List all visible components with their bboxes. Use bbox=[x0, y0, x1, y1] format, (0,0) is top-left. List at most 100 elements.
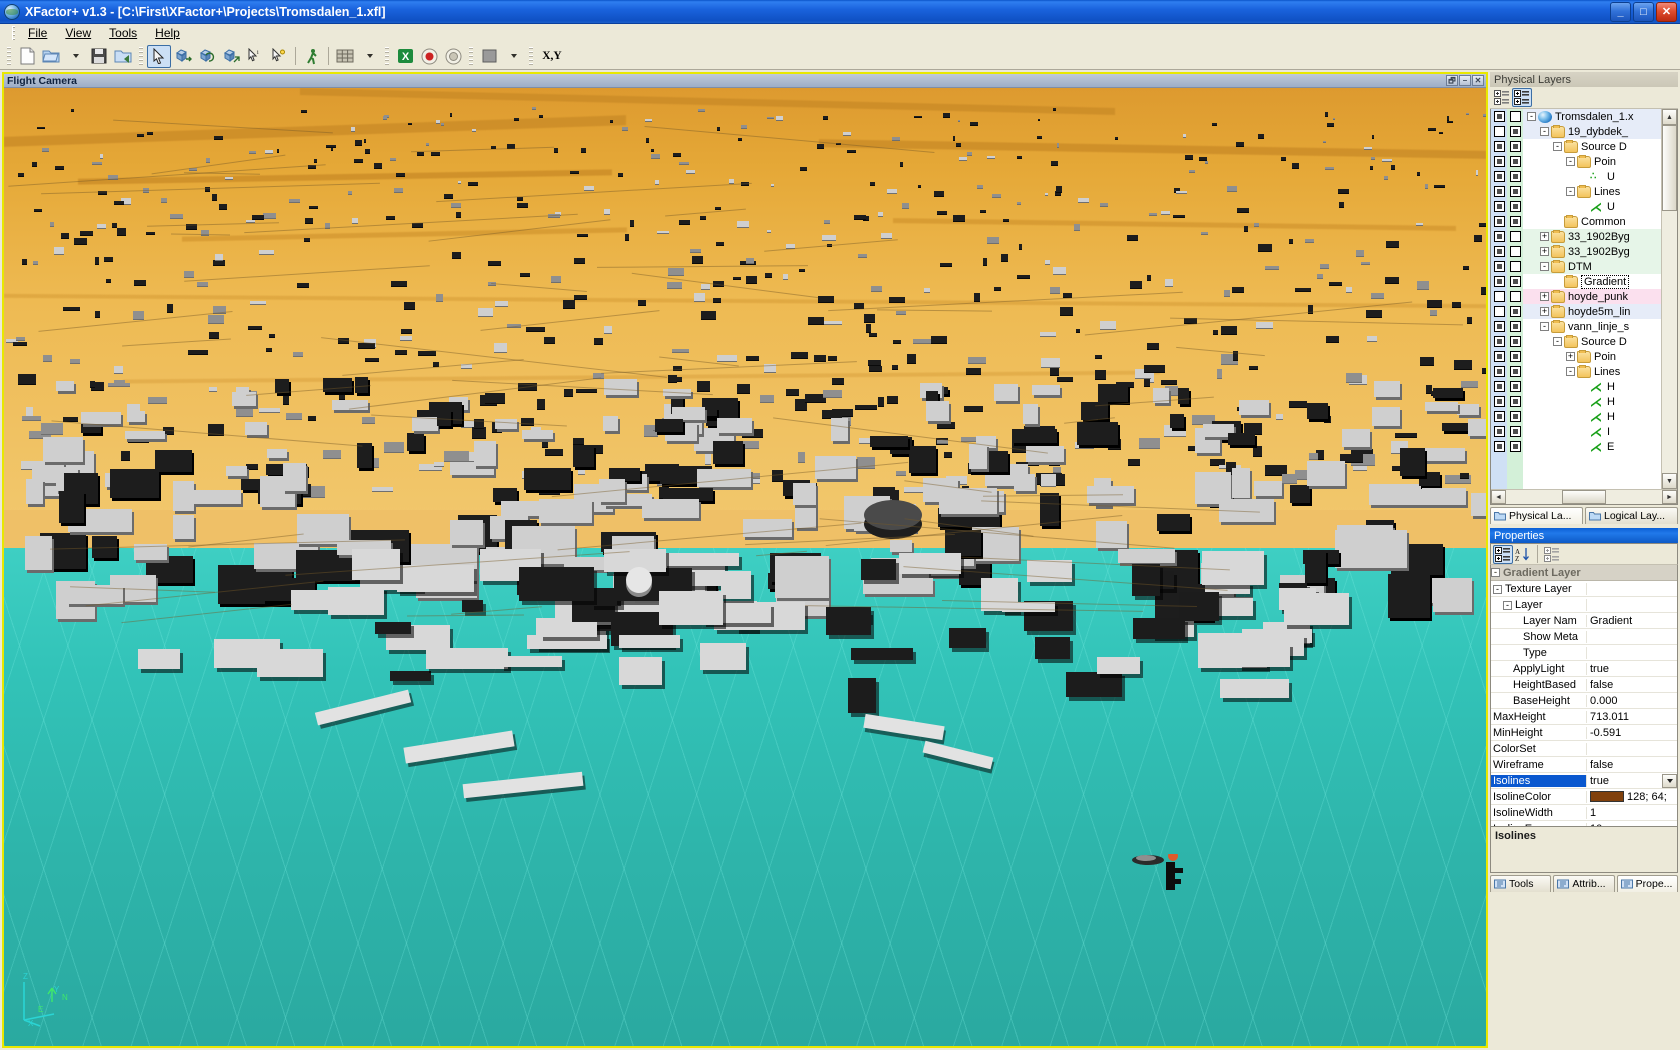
visibility-checkbox[interactable] bbox=[1493, 441, 1505, 452]
color-dropdown-button[interactable] bbox=[501, 45, 525, 68]
visibility-checkbox-row[interactable] bbox=[1491, 169, 1507, 184]
selection-checkbox[interactable] bbox=[1509, 111, 1521, 122]
save-button[interactable] bbox=[87, 45, 111, 68]
categorized-view-button[interactable] bbox=[1493, 544, 1513, 564]
visibility-checkbox[interactable] bbox=[1493, 336, 1505, 347]
collapse-all-button[interactable] bbox=[1512, 88, 1532, 107]
scale-object-button[interactable] bbox=[219, 45, 243, 68]
selection-checkbox[interactable] bbox=[1509, 171, 1521, 182]
tree-expander-expand-icon[interactable]: + bbox=[1566, 352, 1575, 361]
selection-checkbox-row[interactable] bbox=[1507, 409, 1523, 424]
viewport-close-button[interactable]: ✕ bbox=[1472, 75, 1484, 86]
visibility-checkbox[interactable] bbox=[1493, 231, 1505, 242]
visibility-checkbox-row[interactable] bbox=[1491, 139, 1507, 154]
visibility-checkbox-row[interactable] bbox=[1491, 199, 1507, 214]
tree-hscroll-track-right[interactable] bbox=[1606, 490, 1662, 504]
property-row[interactable]: IsolineWidth 1 bbox=[1491, 805, 1677, 821]
visibility-checkbox[interactable] bbox=[1493, 171, 1505, 182]
visibility-checkbox[interactable] bbox=[1493, 351, 1505, 362]
selection-checkbox[interactable] bbox=[1509, 201, 1521, 212]
toolbar-grip-coords[interactable] bbox=[529, 46, 533, 66]
visibility-checkbox[interactable] bbox=[1493, 111, 1505, 122]
tree-node[interactable]: Gradient bbox=[1523, 274, 1661, 289]
tree-expander-expand-icon[interactable]: + bbox=[1540, 292, 1549, 301]
visibility-checkbox-row[interactable] bbox=[1491, 289, 1507, 304]
property-value[interactable]: 1 bbox=[1587, 807, 1677, 819]
tree-node[interactable]: Common bbox=[1523, 214, 1661, 229]
3d-city-scene[interactable]: Z Y X N E bbox=[4, 88, 1486, 1046]
flight-camera-viewport[interactable]: Flight Camera 🗗 – ✕ Z Y X N E bbox=[2, 72, 1488, 1048]
property-pages-button[interactable] bbox=[1542, 545, 1562, 564]
move-object-button[interactable] bbox=[171, 45, 195, 68]
property-row[interactable]: ColorSet bbox=[1491, 741, 1677, 757]
tree-node[interactable]: ∴ U bbox=[1523, 169, 1661, 184]
selection-checkbox[interactable] bbox=[1509, 351, 1521, 362]
property-row[interactable]: Show Meta bbox=[1491, 629, 1677, 645]
tree-node[interactable]: - vann_linje_s bbox=[1523, 319, 1661, 334]
selection-checkbox[interactable] bbox=[1509, 231, 1521, 242]
tree-node[interactable]: - Lines bbox=[1523, 364, 1661, 379]
grid-button[interactable] bbox=[333, 45, 357, 68]
selection-checkbox-row[interactable] bbox=[1507, 124, 1523, 139]
tree-node[interactable]: - Tromsdalen_1.x bbox=[1523, 109, 1661, 124]
visibility-checkbox[interactable] bbox=[1493, 141, 1505, 152]
visibility-checkbox-row[interactable] bbox=[1491, 184, 1507, 199]
tree-vertical-scrollbar[interactable]: ▲ ▼ bbox=[1661, 109, 1677, 489]
tree-node[interactable]: - DTM bbox=[1523, 259, 1661, 274]
tree-node[interactable]: +33_1902Byg bbox=[1523, 244, 1661, 259]
visibility-checkbox-column[interactable] bbox=[1491, 109, 1507, 489]
visibility-checkbox[interactable] bbox=[1493, 291, 1505, 302]
menu-item-help[interactable]: Help bbox=[146, 24, 189, 42]
selection-checkbox[interactable] bbox=[1509, 336, 1521, 347]
menu-item-view[interactable]: View bbox=[56, 24, 100, 42]
selection-checkbox-row[interactable] bbox=[1507, 214, 1523, 229]
property-value[interactable]: true bbox=[1587, 773, 1677, 788]
selection-checkbox[interactable] bbox=[1509, 276, 1521, 287]
visibility-checkbox-row[interactable] bbox=[1491, 349, 1507, 364]
selection-checkbox[interactable] bbox=[1509, 366, 1521, 377]
visibility-checkbox-row[interactable] bbox=[1491, 259, 1507, 274]
tree-node[interactable]: ⋌ I bbox=[1523, 424, 1661, 439]
tree-node[interactable]: ⋌ H bbox=[1523, 394, 1661, 409]
tree-node[interactable]: ⋌ U bbox=[1523, 199, 1661, 214]
visibility-checkbox-row[interactable] bbox=[1491, 304, 1507, 319]
visibility-checkbox-row[interactable] bbox=[1491, 154, 1507, 169]
visibility-checkbox-row[interactable] bbox=[1491, 364, 1507, 379]
property-row[interactable]: - Layer bbox=[1491, 597, 1677, 613]
tree-expander-collapse-icon[interactable]: - bbox=[1493, 584, 1502, 594]
tree-expander-collapse-icon[interactable]: - bbox=[1491, 568, 1500, 577]
visibility-checkbox-row[interactable] bbox=[1491, 394, 1507, 409]
selection-checkbox-row[interactable] bbox=[1507, 364, 1523, 379]
color-swatch[interactable] bbox=[1590, 791, 1624, 802]
property-value[interactable]: false bbox=[1587, 679, 1677, 691]
open-project-button[interactable] bbox=[39, 45, 63, 68]
selection-checkbox[interactable] bbox=[1509, 216, 1521, 227]
visibility-checkbox[interactable] bbox=[1493, 321, 1505, 332]
toolbar-grip-edit[interactable] bbox=[139, 46, 143, 66]
property-row[interactable]: IsolineColor 128; 64; bbox=[1491, 789, 1677, 805]
export-button[interactable] bbox=[111, 45, 135, 68]
property-row[interactable]: ApplyLight true bbox=[1491, 661, 1677, 677]
selection-checkbox-row[interactable] bbox=[1507, 154, 1523, 169]
tab-tools[interactable]: Tools bbox=[1490, 875, 1552, 892]
property-row[interactable]: - Texture Layer bbox=[1491, 581, 1677, 597]
properties-grid[interactable]: - Gradient Layer - Texture Layer - Layer Layer… bbox=[1490, 565, 1678, 827]
new-file-button[interactable] bbox=[15, 45, 39, 68]
selection-checkbox[interactable] bbox=[1509, 321, 1521, 332]
visibility-checkbox[interactable] bbox=[1493, 261, 1505, 272]
visibility-checkbox[interactable] bbox=[1493, 276, 1505, 287]
property-value[interactable]: 128; 64; bbox=[1587, 791, 1677, 803]
toolbar-grip-color[interactable] bbox=[469, 46, 473, 66]
property-row[interactable]: Isolines true bbox=[1491, 773, 1677, 789]
selection-checkbox[interactable] bbox=[1509, 186, 1521, 197]
selection-checkbox-row[interactable] bbox=[1507, 304, 1523, 319]
selection-checkbox-row[interactable] bbox=[1507, 139, 1523, 154]
tree-expander-collapse-icon[interactable]: - bbox=[1540, 322, 1549, 331]
selection-checkbox-row[interactable] bbox=[1507, 109, 1523, 124]
menu-item-tools[interactable]: Tools bbox=[100, 24, 146, 42]
walk-tool-button[interactable] bbox=[300, 45, 324, 68]
menu-grip-handle[interactable] bbox=[12, 26, 15, 40]
tree-hscroll-thumb[interactable] bbox=[1562, 490, 1606, 504]
visibility-checkbox-row[interactable] bbox=[1491, 319, 1507, 334]
tree-scroll-right-button[interactable]: ► bbox=[1662, 490, 1677, 504]
